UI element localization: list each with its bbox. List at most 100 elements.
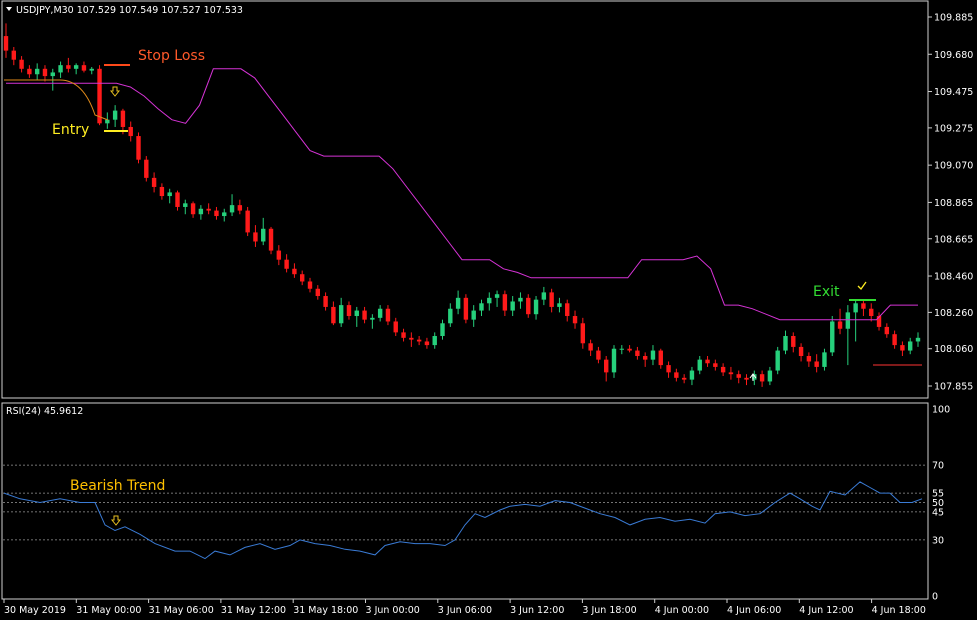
candle-body: [175, 192, 180, 207]
stop-loss-label: Stop Loss: [138, 48, 205, 64]
candle-body: [720, 366, 726, 373]
candle-body: [307, 281, 313, 289]
candle-body: [494, 294, 500, 298]
candle-body: [869, 308, 874, 317]
candle-body: [518, 297, 523, 302]
rsi-level-label: 0: [932, 592, 938, 603]
price-tick-label: 108.460: [934, 272, 973, 283]
candle-body: [292, 268, 297, 275]
candle-body: [830, 321, 835, 353]
candle-body: [502, 294, 508, 311]
candle-body: [596, 350, 601, 360]
candle-body: [674, 372, 679, 378]
candle-body: [666, 365, 671, 373]
candle-body: [728, 372, 734, 375]
price-tick-label: 109.475: [934, 87, 973, 98]
candle-body: [120, 110, 126, 127]
price-tick-label: 109.680: [934, 50, 973, 61]
candle-body: [268, 228, 274, 251]
time-tick-label: 4 Jun 00:00: [655, 605, 709, 616]
candle-body: [627, 348, 632, 351]
candle-body: [681, 377, 687, 380]
candle-body: [81, 65, 87, 71]
candle-body: [440, 323, 445, 337]
candle-body: [3, 36, 9, 51]
candle-body: [908, 341, 913, 351]
candle-body: [253, 232, 258, 242]
candle-body: [377, 308, 383, 318]
candle-body: [541, 292, 547, 300]
candle-body: [354, 310, 359, 317]
time-tick-label: 31 May 00:00: [76, 605, 141, 616]
candle-body: [73, 65, 79, 69]
candle-body: [713, 363, 718, 367]
candle-body: [510, 301, 515, 311]
time-tick-label: 31 May 18:00: [293, 605, 358, 616]
candle-body: [401, 332, 406, 338]
trading-chart[interactable]: 109.885 109.680 109.475 109.275 109.070 108.8…: [0, 0, 977, 620]
candle-body: [315, 288, 320, 297]
price-tick-label: 109.275: [934, 123, 973, 134]
rsi-level-label: 45: [932, 507, 944, 518]
candle-body: [767, 370, 773, 382]
time-tick-label: 31 May 06:00: [149, 605, 214, 616]
time-tick-label: 30 May 2019: [4, 605, 66, 616]
time-tick-label: 4 Jun 18:00: [872, 605, 926, 616]
candle-body: [276, 250, 282, 260]
candle-body: [136, 136, 141, 160]
candle-body: [775, 350, 780, 371]
candle-body: [284, 259, 289, 269]
price-tick-label: 108.665: [934, 234, 973, 245]
candle-body: [892, 334, 897, 346]
candle-body: [424, 341, 430, 346]
candle-body: [300, 274, 305, 282]
candle-body: [237, 205, 243, 211]
candle-body: [89, 68, 94, 71]
candle-body: [487, 297, 492, 304]
candle-body: [331, 306, 336, 324]
candle-body: [565, 303, 570, 317]
rsi-title: RSI(24) 45.9612: [6, 406, 83, 417]
candle-body: [642, 356, 648, 360]
candle-body: [736, 374, 741, 378]
candle-body: [198, 208, 204, 215]
candle-body: [27, 68, 32, 75]
candle-body: [229, 205, 235, 213]
entry-label: Entry: [52, 122, 89, 138]
candle-body: [463, 297, 469, 320]
candle-body: [759, 374, 765, 382]
candle-body: [900, 345, 905, 351]
time-tick-label: 4 Jun 12:00: [799, 605, 853, 616]
exit-label: Exit: [813, 284, 840, 300]
candle-body: [884, 326, 890, 335]
rsi-panel[interactable]: [1, 402, 929, 600]
price-tick-label: 109.885: [934, 13, 973, 24]
price-tick-label: 107.855: [934, 382, 973, 393]
candle-body: [861, 303, 866, 309]
candle-body: [128, 126, 133, 137]
candle-body: [611, 348, 617, 373]
rsi-level-label: 100: [932, 405, 950, 416]
candle-body: [323, 296, 328, 307]
time-tick-label: 31 May 12:00: [221, 605, 286, 616]
rsi-level-label: 70: [932, 461, 944, 472]
candle-body: [338, 305, 344, 324]
candle-body: [455, 297, 461, 309]
time-tick-label: 3 Jun 00:00: [366, 605, 420, 616]
candle-body: [479, 303, 484, 311]
candle-body: [222, 212, 227, 217]
candle-body: [798, 346, 804, 357]
candle-body: [432, 336, 437, 346]
candle-body: [689, 370, 695, 380]
bearish-trend-label: Bearish Trend: [70, 478, 165, 494]
candle-body: [588, 343, 593, 351]
candle-body: [245, 210, 250, 233]
candle-body: [183, 203, 188, 207]
candle-body: [385, 308, 391, 322]
candle-body: [837, 321, 843, 329]
candle-body: [557, 303, 562, 307]
candle-body: [526, 297, 531, 315]
candle-body: [159, 186, 165, 197]
candle-body: [167, 192, 172, 197]
candle-body: [346, 305, 352, 317]
